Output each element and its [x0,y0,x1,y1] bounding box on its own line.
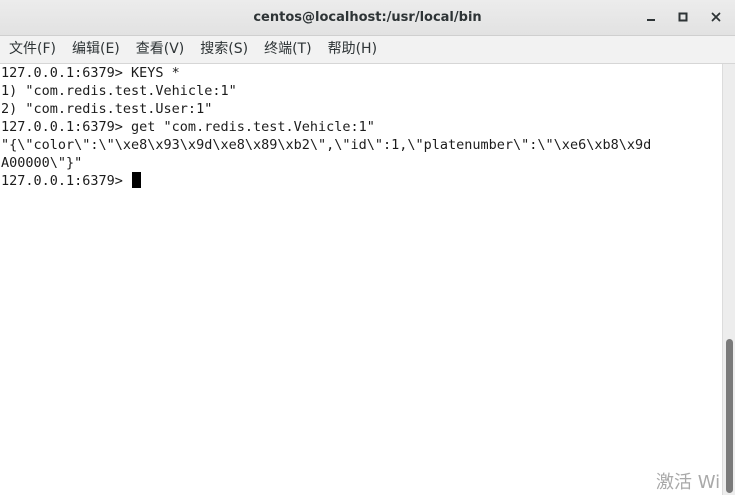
terminal-line: 127.0.0.1:6379> KEYS * [1,65,180,81]
terminal-line: A00000\"}" [1,155,83,171]
minimize-icon [647,19,655,21]
window-title: centos@localhost:/usr/local/bin [253,10,482,25]
terminal-prompt-line: 127.0.0.1:6379> [0,172,722,190]
terminal-cursor [132,172,142,188]
terminal-line: 2) "com.redis.test.User:1" [1,101,213,117]
terminal-output[interactable]: 127.0.0.1:6379> KEYS * 1) "com.redis.tes… [0,64,722,495]
close-icon [711,12,721,22]
terminal-window: centos@localhost:/usr/local/bin 文件(F) 编辑… [0,0,735,495]
maximize-button[interactable] [672,6,694,28]
activation-watermark: 激活 Wi [656,472,721,493]
menu-view[interactable]: 查看(V) [128,36,193,63]
title-bar[interactable]: centos@localhost:/usr/local/bin [0,0,735,36]
scrollbar-thumb[interactable] [726,339,733,493]
menu-bar: 文件(F) 编辑(E) 查看(V) 搜索(S) 终端(T) 帮助(H) [0,36,735,64]
terminal-line: 127.0.0.1:6379> get "com.redis.test.Vehi… [1,119,375,135]
terminal-prompt: 127.0.0.1:6379> [1,173,132,189]
menu-file[interactable]: 文件(F) [0,36,64,63]
minimize-button[interactable] [640,6,662,28]
terminal-scrollbar[interactable] [722,64,735,495]
terminal-line: "{\"color\":\"\xe8\x93\x9d\xe8\x89\xb2\"… [1,137,652,153]
maximize-icon [678,12,688,22]
menu-search[interactable]: 搜索(S) [192,36,256,63]
terminal-line: 1) "com.redis.test.Vehicle:1" [1,83,237,99]
menu-terminal[interactable]: 终端(T) [256,36,319,63]
menu-help[interactable]: 帮助(H) [320,36,385,63]
close-button[interactable] [705,6,727,28]
menu-edit[interactable]: 编辑(E) [64,36,128,63]
